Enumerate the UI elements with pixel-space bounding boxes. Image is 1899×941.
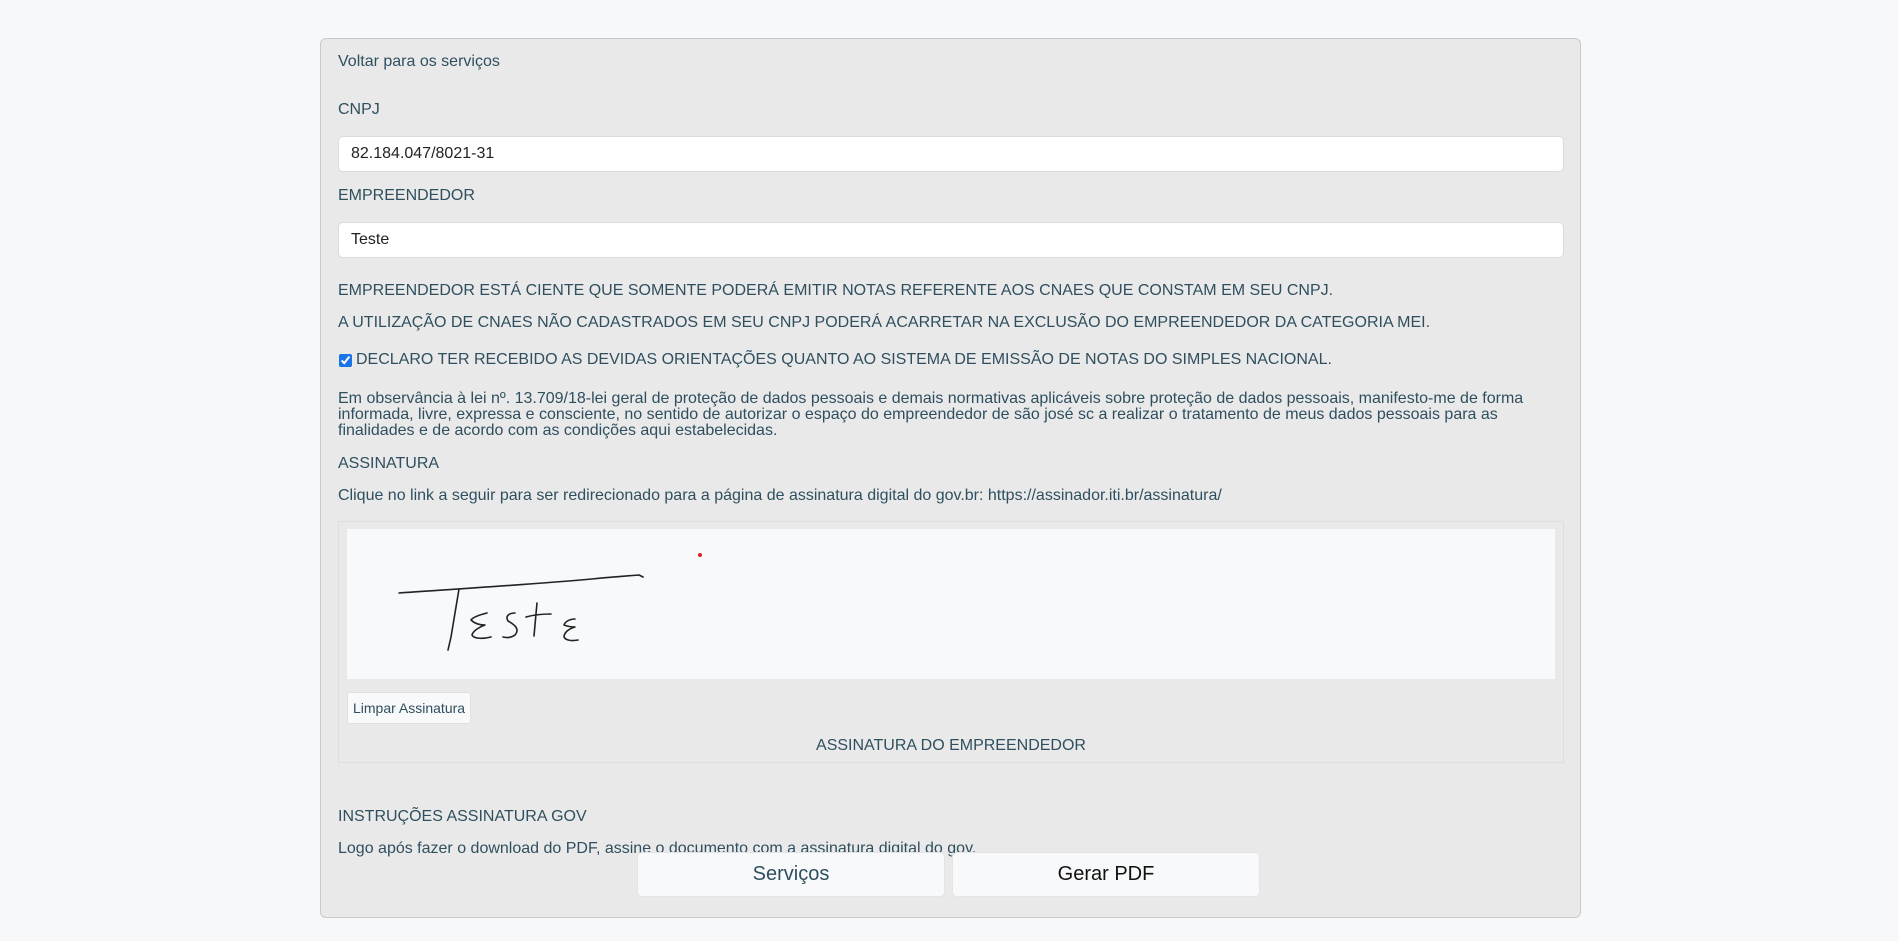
gov-signature-link[interactable]: https://assinador.iti.br/assinatura/: [988, 487, 1222, 504]
signature-pad-container: Limpar Assinatura ASSINATURA DO EMPREEND…: [338, 521, 1564, 763]
cnaes-notice: EMPREENDEDOR ESTÁ CIENTE QUE SOMENTE POD…: [338, 282, 1334, 299]
signature-heading: ASSINATURA: [338, 455, 440, 472]
gov-instructions-heading: INSTRUÇÕES ASSINATURA GOV: [338, 808, 587, 825]
signature-caption: ASSINATURA DO EMPREENDEDOR: [816, 737, 1086, 754]
signature-drawing: [398, 553, 702, 651]
signature-stroke: [447, 588, 460, 651]
declaration-label: DECLARO TER RECEBIDO AS DEVIDAS ORIENTAÇ…: [356, 351, 1332, 368]
signature-instructions: Clique no link a seguir para ser redirec…: [338, 487, 1222, 505]
empreendedor-label: EMPREENDEDOR: [338, 187, 475, 204]
clear-signature-button[interactable]: Limpar Assinatura: [347, 692, 472, 724]
signature-stroke: [563, 618, 579, 642]
signature-canvas[interactable]: [347, 529, 1555, 679]
signature-stroke: [398, 574, 644, 594]
signature-link-prefix: Clique no link a seguir para ser redirec…: [338, 487, 988, 504]
exclusion-notice: A UTILIZAÇÃO DE CNAES NÃO CADASTRADOS EM…: [338, 314, 1431, 331]
signature-stroke: [525, 602, 552, 637]
signature-stroke: [470, 612, 492, 640]
form-card: Voltar para os serviços CNPJ EMPREENDEDO…: [320, 38, 1581, 918]
generate-pdf-button[interactable]: Gerar PDF: [952, 852, 1260, 897]
cursor-dot: [698, 553, 702, 557]
back-to-services-link[interactable]: Voltar para os serviços: [338, 53, 500, 71]
lgpd-consent-text: Em observância à lei nº. 13.709/18-lei g…: [338, 390, 1524, 439]
declaration-checkbox[interactable]: [339, 353, 352, 367]
cnpj-input[interactable]: [338, 136, 1564, 172]
cnpj-label: CNPJ: [338, 101, 380, 118]
empreendedor-input[interactable]: [338, 222, 1564, 258]
declaration-row[interactable]: DECLARO TER RECEBIDO AS DEVIDAS ORIENTAÇ…: [338, 351, 1332, 369]
services-button[interactable]: Serviços: [637, 852, 945, 897]
signature-stroke: [502, 612, 518, 639]
